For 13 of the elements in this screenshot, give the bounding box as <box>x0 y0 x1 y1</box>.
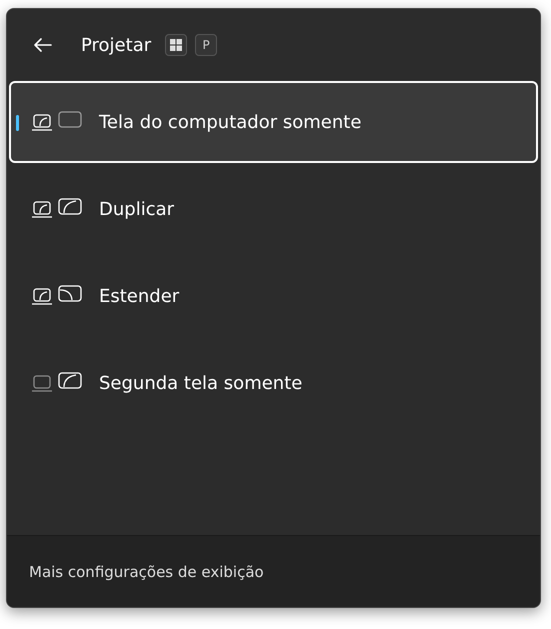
projection-option[interactable]: Tela do computador somente <box>9 81 538 163</box>
back-arrow-icon <box>33 37 53 53</box>
windows-key-icon <box>165 34 188 56</box>
display-mode-icon <box>31 285 83 307</box>
display-settings-link[interactable]: Mais configurações de exibição <box>29 562 264 580</box>
panel-title: Projetar <box>81 34 152 56</box>
display-mode-icon <box>31 198 83 220</box>
projection-option[interactable]: Estender <box>9 255 538 337</box>
display-mode-icon <box>31 111 83 133</box>
projection-option[interactable]: Segunda tela somente <box>9 342 538 424</box>
projection-option[interactable]: Duplicar <box>9 168 538 250</box>
display-mode-icon <box>31 372 83 394</box>
shortcut-key: P <box>195 34 218 56</box>
